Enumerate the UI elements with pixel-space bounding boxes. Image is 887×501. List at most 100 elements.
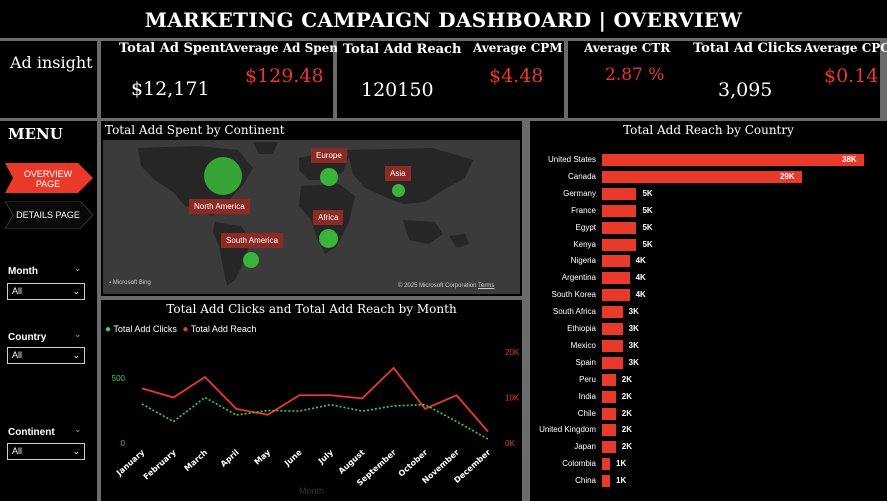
country-label: China — [575, 476, 596, 486]
bar-row[interactable]: India 2K — [530, 388, 887, 405]
reach-bar[interactable] — [602, 187, 637, 200]
country-collapse-icon[interactable]: ⌄ — [74, 330, 82, 340]
bar-row[interactable]: China 1K — [530, 472, 887, 489]
bar-row[interactable]: Canada 29K — [530, 168, 887, 185]
reach-bar[interactable] — [602, 356, 623, 369]
country-label: India — [578, 391, 596, 401]
country-label: Germany — [563, 188, 596, 198]
reach-bar[interactable] — [602, 289, 630, 302]
country-label: Argentina — [561, 273, 596, 283]
reach-bar[interactable] — [602, 221, 637, 234]
month-tick-label: February — [142, 447, 179, 481]
reach-bar[interactable] — [602, 238, 637, 251]
africa-bubble[interactable] — [319, 229, 338, 248]
chevron-down-icon: ⌄ — [72, 446, 80, 456]
bar-row[interactable]: Argentina 4K — [530, 269, 887, 286]
bar-value-label: 1K — [616, 476, 627, 486]
reach-bar[interactable] — [602, 170, 802, 183]
bar-row[interactable]: South Korea 4K — [530, 286, 887, 303]
month-dropdown[interactable]: All ⌄ — [7, 283, 85, 300]
country-dropdown[interactable]: All ⌄ — [7, 347, 85, 364]
reach-bar[interactable] — [602, 390, 616, 403]
asia-bubble[interactable] — [392, 184, 405, 197]
average-ctr-value: 2.87 % — [605, 65, 665, 85]
north-america-bubble[interactable] — [204, 157, 242, 195]
country-label: Spain — [575, 357, 596, 367]
bar-row[interactable]: Spain 3K — [530, 354, 887, 371]
bar-chart-title: Total Add Reach by Country — [623, 123, 794, 137]
south-america-bubble[interactable] — [243, 252, 259, 268]
line-chart[interactable]: 05000K10K20KJanuaryFebruary March April May… — [101, 300, 522, 501]
month-tick-label: June — [282, 447, 304, 468]
bar-value-label: 5K — [642, 239, 653, 249]
bar-value-label: 2K — [621, 442, 633, 452]
average-cpm-value: $4.48 — [489, 65, 544, 87]
month-collapse-icon[interactable]: ⌄ — [74, 264, 82, 274]
bar-row[interactable]: Kenya 5K — [530, 236, 887, 253]
bar-row[interactable]: Mexico 3K — [530, 337, 887, 354]
average-cpc-value: $0.14 — [824, 65, 879, 87]
average-ad-spent-value: $129.48 — [245, 65, 324, 87]
map-copyright: © 2025 Microsoft Corporation Terms — [398, 283, 495, 289]
bing-logo: ▪ Microsoft Bing — [109, 280, 151, 286]
bar-chart[interactable]: United States 38K Canada 29K Germany 5K France… — [530, 151, 887, 496]
country-label: Peru — [579, 374, 596, 384]
total-ad-clicks-label: Total Ad Clicks — [693, 41, 802, 56]
average-cpc-label: Average CPC — [804, 41, 887, 55]
month-tick-label: July — [316, 447, 336, 466]
reach-bar[interactable] — [602, 424, 616, 437]
reach-bar[interactable] — [602, 306, 623, 319]
sidebar: MENU OVERVIEW PAGE DETAILS PAGE Month ⌄ … — [0, 121, 97, 501]
bar-value-label: 3K — [628, 307, 639, 317]
reach-bar[interactable] — [602, 407, 616, 420]
bar-value-label: 4K — [635, 273, 646, 283]
reach-bar[interactable] — [602, 458, 610, 471]
details-page-label: DETAILS PAGE — [16, 210, 80, 220]
details-page-button[interactable]: DETAILS PAGE — [5, 201, 93, 229]
asia-label: Asia — [385, 166, 411, 181]
terms-link[interactable]: Terms — [478, 283, 494, 289]
reach-bar[interactable] — [602, 255, 630, 268]
bar-row[interactable]: United Kingdom 2K — [530, 421, 887, 438]
bar-row[interactable]: Peru 2K — [530, 371, 887, 388]
month-slicer-label: Month — [8, 266, 38, 277]
continent-collapse-icon[interactable]: ⌄ — [74, 425, 82, 435]
bar-row[interactable]: South Africa 3K — [530, 303, 887, 320]
bar-row[interactable]: Japan 2K — [530, 438, 887, 455]
country-label: United States — [547, 155, 596, 164]
continent-slicer-label: Continent — [8, 427, 55, 438]
bar-row[interactable]: Germany 5K — [530, 185, 887, 202]
bar-value-label: 2K — [621, 408, 633, 418]
bar-value-label: 2K — [621, 391, 633, 401]
reach-bar[interactable] — [602, 323, 623, 335]
continent-dropdown[interactable]: All ⌄ — [7, 443, 85, 460]
bar-row[interactable]: Egypt 5K — [530, 219, 887, 236]
country-label: Japan — [574, 442, 596, 452]
bar-value-label: 5K — [642, 222, 653, 232]
bar-row[interactable]: United States 38K — [530, 151, 887, 168]
right-axis-tick: 20K — [505, 348, 520, 357]
map-canvas[interactable]: North America Europe Asia Africa South A… — [103, 140, 520, 294]
reach-line — [141, 366, 489, 433]
bar-row[interactable]: Ethiopia 3K — [530, 320, 887, 337]
reach-bar[interactable] — [602, 204, 637, 217]
left-axis-tick: 0 — [121, 439, 126, 448]
reach-bar[interactable] — [602, 441, 616, 454]
europe-bubble[interactable] — [320, 168, 338, 186]
menu-title: MENU — [8, 125, 63, 143]
bar-row[interactable]: Nigeria 4K — [530, 252, 887, 269]
reach-bar[interactable] — [602, 339, 623, 352]
overview-page-button[interactable]: OVERVIEW PAGE — [5, 163, 93, 193]
right-axis-tick: 10K — [505, 394, 520, 403]
country-label: Chile — [577, 408, 596, 418]
bar-row[interactable]: Colombia 1K — [530, 455, 887, 472]
chevron-down-icon: ⌄ — [72, 286, 80, 296]
continent-dropdown-value: All — [12, 446, 23, 456]
bar-value-label: 3K — [628, 357, 639, 367]
reach-bar[interactable] — [602, 272, 630, 285]
reach-bar[interactable] — [602, 373, 616, 386]
bar-row[interactable]: Chile 2K — [530, 405, 887, 422]
reach-bar[interactable] — [602, 154, 864, 166]
reach-bar[interactable] — [602, 475, 610, 488]
bar-row[interactable]: France 5K — [530, 202, 887, 219]
